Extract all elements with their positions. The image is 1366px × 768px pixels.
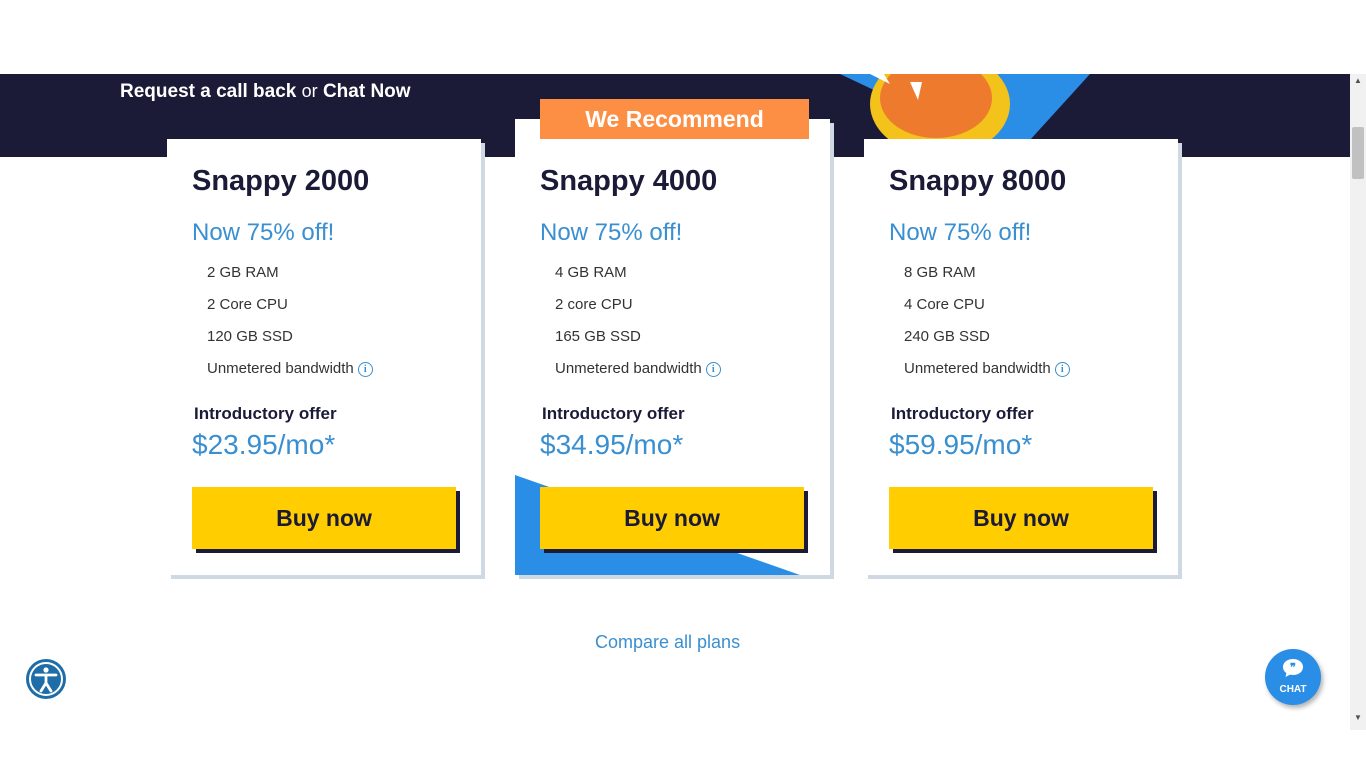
buy-now-button[interactable]: Buy now <box>889 487 1153 549</box>
chat-now-link[interactable]: Chat Now <box>323 81 411 102</box>
feature-ram: 4 GB RAM <box>555 264 627 281</box>
feature-bandwidth: Unmetered bandwidth i <box>904 353 1070 385</box>
feature-bandwidth-label: Unmetered bandwidth <box>904 360 1051 377</box>
plan-discount: Now 75% off! <box>540 219 683 246</box>
recommend-ribbon: We Recommend <box>540 99 809 139</box>
scroll-up-arrow-icon[interactable]: ▲ <box>1352 75 1364 87</box>
feature-cpu: 2 Core CPU <box>207 296 288 313</box>
info-icon[interactable]: i <box>1054 361 1070 377</box>
scrollbar-thumb[interactable] <box>1352 127 1364 179</box>
callback-bar: Request a call back or Chat Now <box>120 81 411 103</box>
intro-label: Introductory offer <box>194 404 337 423</box>
plan-price: $59.95/mo* <box>889 429 1033 460</box>
info-icon[interactable]: i <box>705 361 721 377</box>
request-callback-link[interactable]: Request a call back <box>120 81 296 102</box>
feature-bandwidth-label: Unmetered bandwidth <box>555 360 702 377</box>
plan-features: 4 GB RAM 2 core CPU 165 GB SSD Unmetered… <box>555 257 721 385</box>
chat-bubble-icon: ❞ <box>1283 659 1303 677</box>
plan-features: 8 GB RAM 4 Core CPU 240 GB SSD Unmetered… <box>904 257 1070 385</box>
feature-storage: 120 GB SSD <box>207 328 293 345</box>
feature-cpu: 2 core CPU <box>555 296 633 313</box>
feature-bandwidth: Unmetered bandwidth i <box>555 353 721 385</box>
info-icon[interactable]: i <box>357 361 373 377</box>
chat-label: CHAT <box>1279 684 1307 695</box>
feature-cpu: 4 Core CPU <box>904 296 985 313</box>
feature-ram: 2 GB RAM <box>207 264 279 281</box>
feature-storage: 240 GB SSD <box>904 328 990 345</box>
accessibility-icon <box>29 662 63 696</box>
plan-price: $34.95/mo* <box>540 429 684 460</box>
accessibility-button[interactable] <box>26 659 66 699</box>
plan-features: 2 GB RAM 2 Core CPU 120 GB SSD Unmetered… <box>207 257 373 385</box>
plan-card-snappy-2000: Snappy 2000 Now 75% off! 2 GB RAM 2 Core… <box>167 139 481 575</box>
plan-price: $23.95/mo* <box>192 429 336 460</box>
buy-now-button[interactable]: Buy now <box>192 487 456 549</box>
mascot-illustration <box>830 74 1100 140</box>
feature-ram: 8 GB RAM <box>904 264 976 281</box>
intro-label: Introductory offer <box>542 404 685 423</box>
plan-discount: Now 75% off! <box>889 219 1032 246</box>
feature-bandwidth-label: Unmetered bandwidth <box>207 360 354 377</box>
plan-name: Snappy 2000 <box>192 165 370 197</box>
intro-label: Introductory offer <box>891 404 1034 423</box>
svg-text:❞: ❞ <box>1290 662 1296 674</box>
chat-widget-button[interactable]: ❞ CHAT <box>1265 649 1321 705</box>
page-top-area <box>0 0 1366 74</box>
scroll-down-arrow-icon[interactable]: ▼ <box>1352 712 1364 724</box>
plan-name: Snappy 8000 <box>889 165 1067 197</box>
plan-name: Snappy 4000 <box>540 165 718 197</box>
plan-card-snappy-4000: Snappy 4000 Now 75% off! 4 GB RAM 2 core… <box>515 119 830 575</box>
feature-bandwidth: Unmetered bandwidth i <box>207 353 373 385</box>
feature-storage: 165 GB SSD <box>555 328 641 345</box>
compare-plans-link[interactable]: Compare all plans <box>595 632 740 653</box>
buy-now-button[interactable]: Buy now <box>540 487 804 549</box>
or-text: or <box>301 81 318 101</box>
plan-discount: Now 75% off! <box>192 219 335 246</box>
plan-card-snappy-8000: Snappy 8000 Now 75% off! 8 GB RAM 4 Core… <box>864 139 1178 575</box>
